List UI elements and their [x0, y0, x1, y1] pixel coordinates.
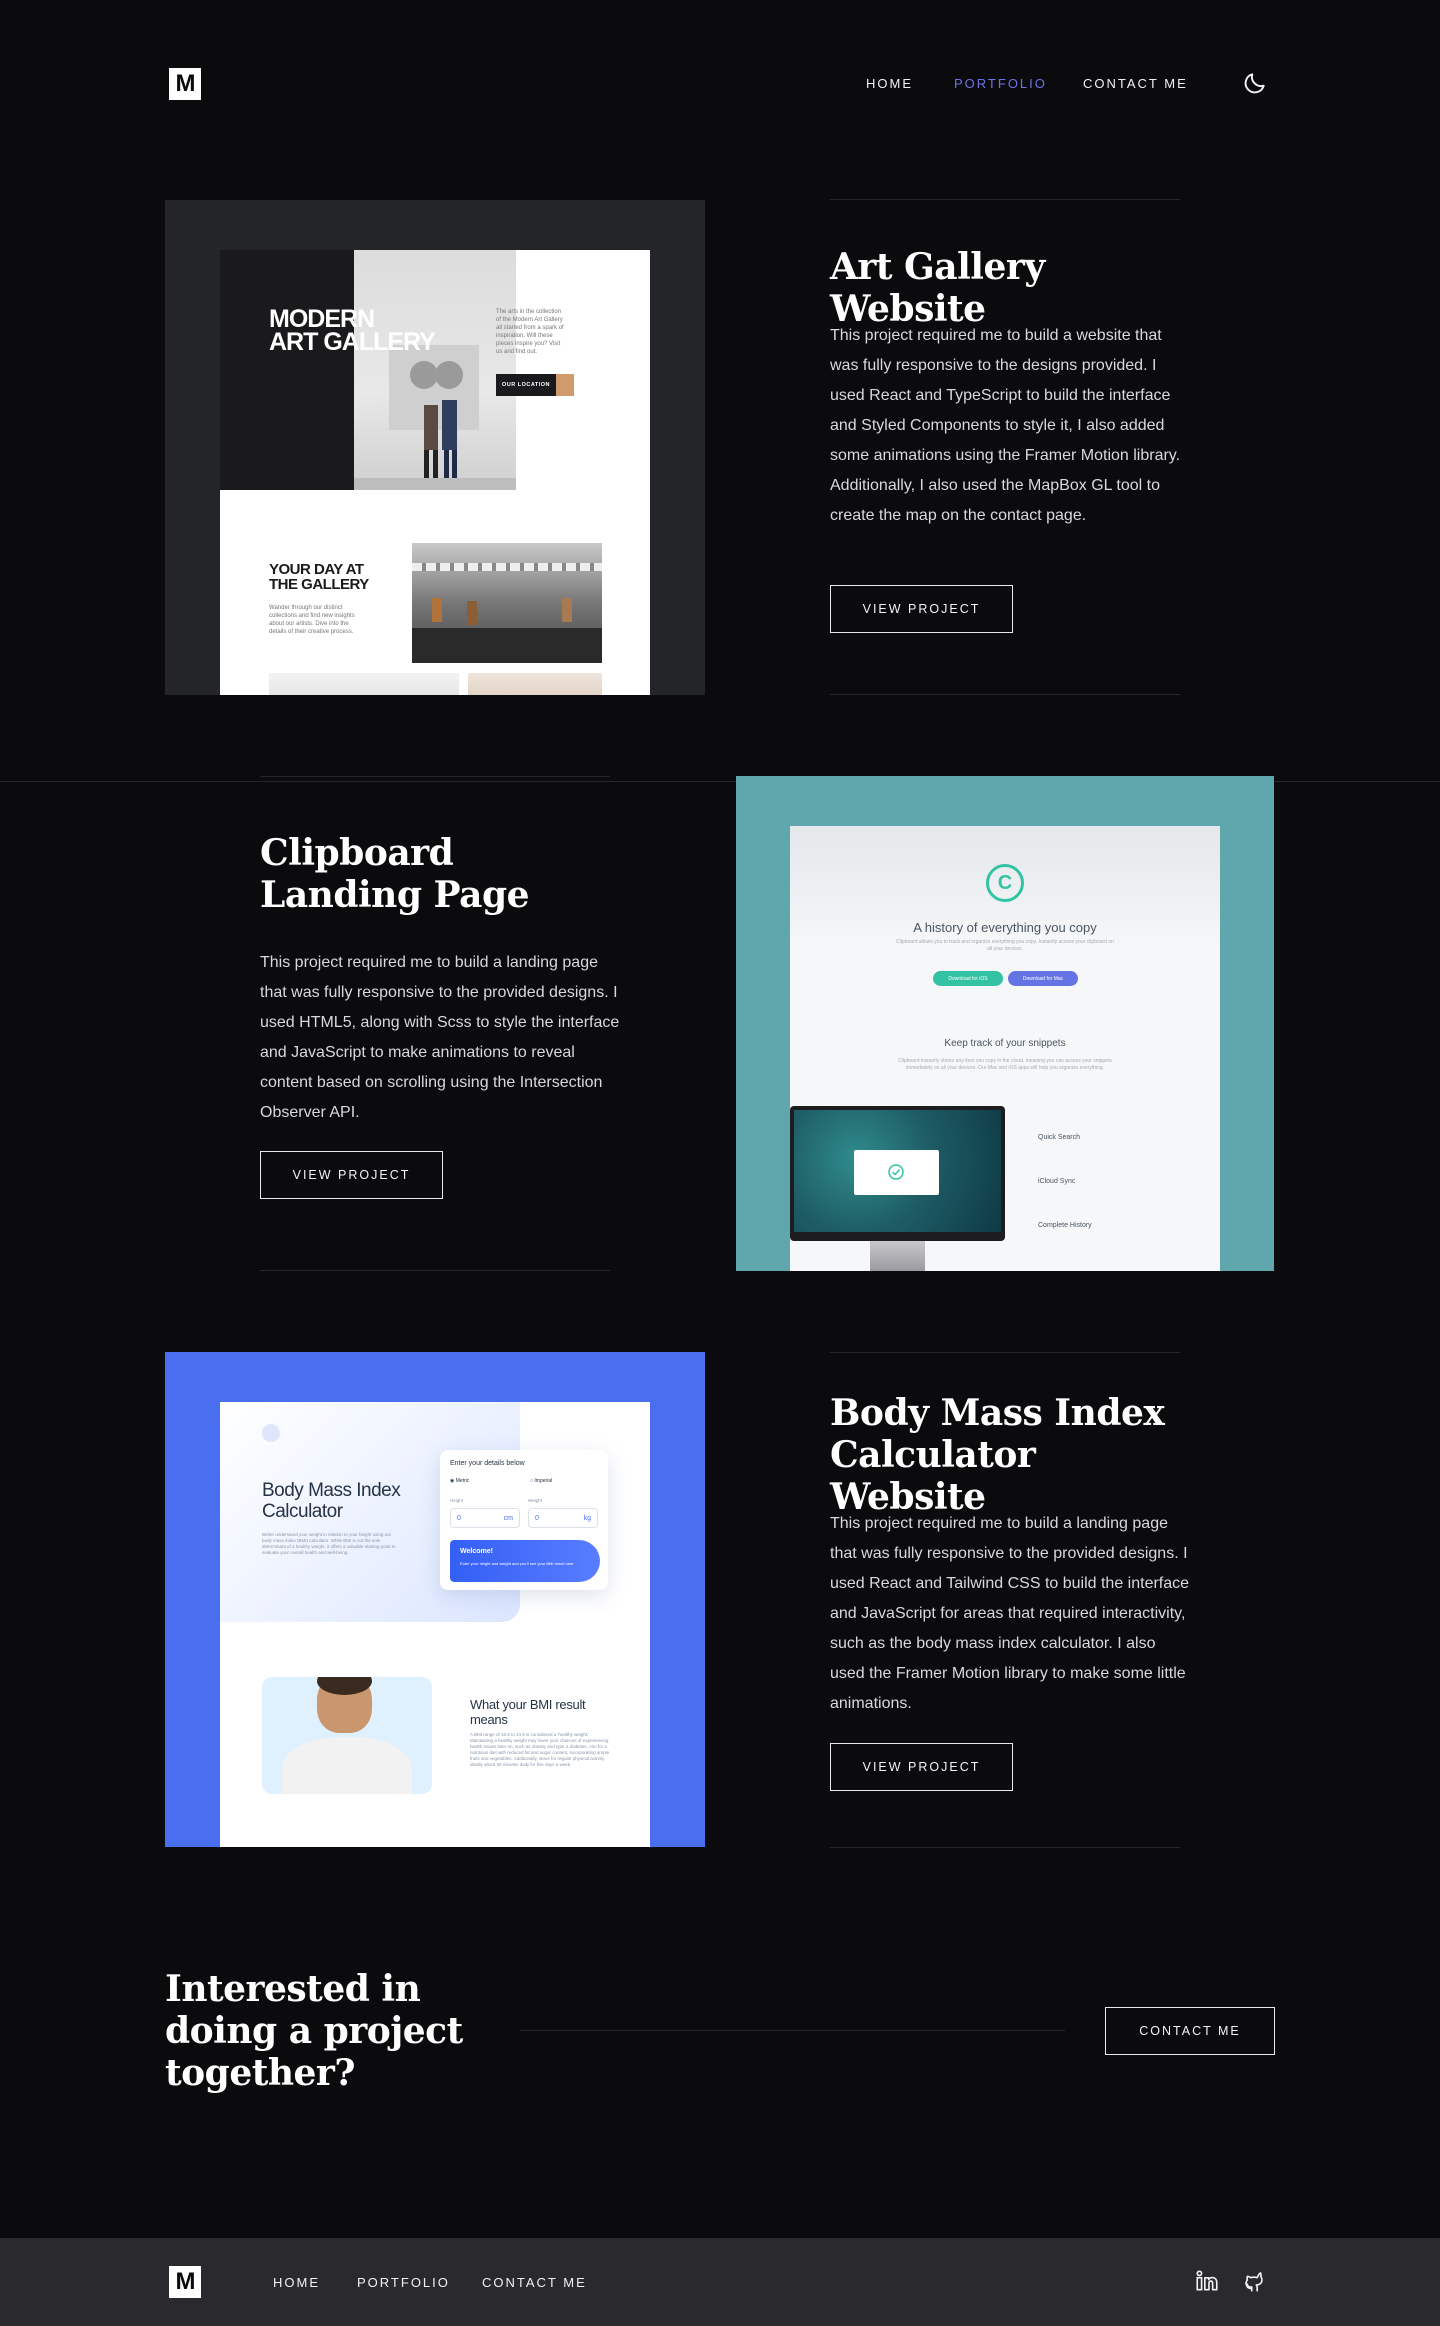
hero-dark-panel	[220, 250, 354, 490]
cta-title: Interested in doing a project together?	[165, 1968, 463, 2094]
nav-portfolio[interactable]: PORTFOLIO	[954, 76, 1047, 91]
preview-intro: The arts in the collection of the Modern…	[496, 309, 564, 355]
preview-result-text: A BMI range of 18.5 to 24.9 is considere…	[470, 1732, 610, 1767]
person-photo	[262, 1677, 432, 1794]
form-title: Enter your details below	[450, 1460, 525, 1467]
person-body	[282, 1737, 412, 1794]
artwork	[467, 601, 477, 625]
gallery-floor	[412, 628, 602, 663]
height-field: 0 cm	[450, 1508, 520, 1528]
height-unit: cm	[503, 1514, 513, 1522]
divider	[260, 776, 610, 777]
footer-logo[interactable]: M	[169, 2266, 201, 2298]
unit-imperial: ○ Imperial	[530, 1478, 553, 1484]
gallery-visitors-illustration	[354, 345, 516, 490]
clipboard-preview[interactable]: C A history of everything you copy Clipb…	[736, 776, 1274, 1271]
welcome-text: Enter your height and weight and you'll …	[460, 1561, 574, 1566]
preview-section-heading-line1: YOUR DAY AT	[269, 561, 364, 578]
project-description: This project required me to build a land…	[830, 1515, 1190, 1712]
view-project-button[interactable]: VIEW PROJECT	[830, 1743, 1013, 1791]
download-mac-button: Download for Mac	[1008, 971, 1078, 986]
project-description: This project required me to build a land…	[260, 954, 620, 1121]
nav-home[interactable]: HOME	[866, 76, 913, 91]
weight-value: 0	[535, 1514, 539, 1522]
view-project-button[interactable]: VIEW PROJECT	[260, 1151, 443, 1199]
site-logo[interactable]: M	[169, 68, 201, 100]
preview-subline: Clipboard allows you to track and organi…	[896, 939, 1114, 952]
clipboard-logo-icon: C	[986, 864, 1024, 902]
bmi-screenshot: Body Mass Index Calculator Better unders…	[220, 1402, 650, 1847]
artwork	[562, 598, 572, 622]
weight-field: 0 kg	[528, 1508, 598, 1528]
welcome-title: Welcome!	[460, 1548, 493, 1555]
divider	[830, 1352, 1180, 1353]
gallery-room-image	[412, 543, 602, 663]
moon-icon[interactable]	[1242, 70, 1268, 96]
art-gallery-screenshot: MODERN ART GALLERY The arts in the colle…	[220, 250, 650, 695]
preview-location-button: OUR LOCATION	[496, 374, 556, 396]
project-description: This project required me to build a webs…	[830, 327, 1181, 524]
divider	[830, 694, 1180, 695]
clipboard-screenshot: C A history of everything you copy Clipb…	[790, 826, 1220, 1271]
preview-section-heading: YOUR DAY AT THE GALLERY	[269, 562, 369, 592]
cta-divider	[520, 2030, 1065, 2031]
feature-icloud-sync: iCloud Sync	[1038, 1178, 1076, 1185]
github-icon[interactable]	[1242, 2268, 1268, 2294]
welcome-panel: Welcome! Enter your height and weight an…	[450, 1540, 600, 1582]
height-label: Height	[450, 1498, 464, 1503]
monitor-screen	[794, 1110, 1001, 1232]
bmi-preview[interactable]: Body Mass Index Calculator Better unders…	[165, 1352, 705, 1847]
preview-intro: Better understand your weight in relatio…	[262, 1532, 396, 1555]
check-icon	[888, 1164, 904, 1180]
linkedin-icon[interactable]	[1194, 2268, 1220, 2294]
preview-section-heading-line2: THE GALLERY	[269, 576, 369, 593]
preview-section-text: Clipboard instantly stores any item you …	[898, 1058, 1112, 1071]
weight-label: Weight	[528, 1498, 542, 1503]
feature-complete-history: Complete History	[1038, 1222, 1092, 1229]
project-title: Clipboard Landing Page	[260, 832, 530, 916]
portfolio-page: M HOME PORTFOLIO CONTACT ME MODERN ART G…	[0, 0, 1440, 2326]
contact-me-button[interactable]: CONTACT ME	[1105, 2007, 1275, 2055]
monitor-stand	[870, 1241, 925, 1271]
feature-quick-search: Quick Search	[1038, 1134, 1081, 1141]
footer: M HOME PORTFOLIO CONTACT ME	[0, 2238, 1440, 2326]
preview-bottom-image-2	[468, 673, 602, 695]
view-project-button[interactable]: VIEW PROJECT	[830, 585, 1013, 633]
preview-heading: MODERN ART GALLERY	[269, 307, 436, 356]
artwork	[432, 598, 442, 622]
unit-metric-label: Metric	[455, 1478, 470, 1484]
divider	[830, 199, 1180, 200]
hero-photo	[354, 250, 516, 490]
project-title: Art Gallery Website	[830, 246, 1045, 330]
nav-contact-me[interactable]: CONTACT ME	[1083, 76, 1188, 91]
monitor-card	[854, 1150, 939, 1195]
footer-nav-home[interactable]: HOME	[273, 2275, 320, 2290]
preview-button-accent	[556, 374, 574, 396]
footer-nav-portfolio[interactable]: PORTFOLIO	[357, 2275, 450, 2290]
bmi-logo-icon	[262, 1424, 280, 1442]
divider	[830, 1847, 1180, 1848]
preview-section-heading: Keep track of your snippets	[944, 1038, 1066, 1049]
preview-bottom-image-1	[269, 673, 459, 695]
project-title: Body Mass Index Calculator Website	[830, 1392, 1165, 1518]
preview-section-text: Wander through our distinct collections …	[269, 605, 355, 635]
preview-headline: A history of everything you copy	[913, 920, 1097, 935]
ceiling-lights	[412, 563, 602, 571]
footer-nav-contact-me[interactable]: CONTACT ME	[482, 2275, 587, 2290]
divider	[260, 1270, 610, 1271]
preview-title: Body Mass Index Calculator	[262, 1480, 401, 1522]
art-gallery-preview[interactable]: MODERN ART GALLERY The arts in the colle…	[165, 200, 705, 695]
preview-heading-line2: ART GALLERY	[269, 328, 436, 356]
height-value: 0	[457, 1514, 461, 1522]
monitor-image	[790, 1106, 1005, 1241]
unit-imperial-label: Imperial	[534, 1478, 553, 1484]
weight-unit: kg	[583, 1514, 591, 1522]
download-ios-button: Download for iOS	[933, 971, 1003, 986]
preview-result-heading: What your BMI result means	[470, 1697, 586, 1727]
unit-metric: ◉ Metric	[450, 1478, 470, 1484]
bmi-form-card: Enter your details below ◉ Metric ○ Impe…	[440, 1450, 608, 1590]
